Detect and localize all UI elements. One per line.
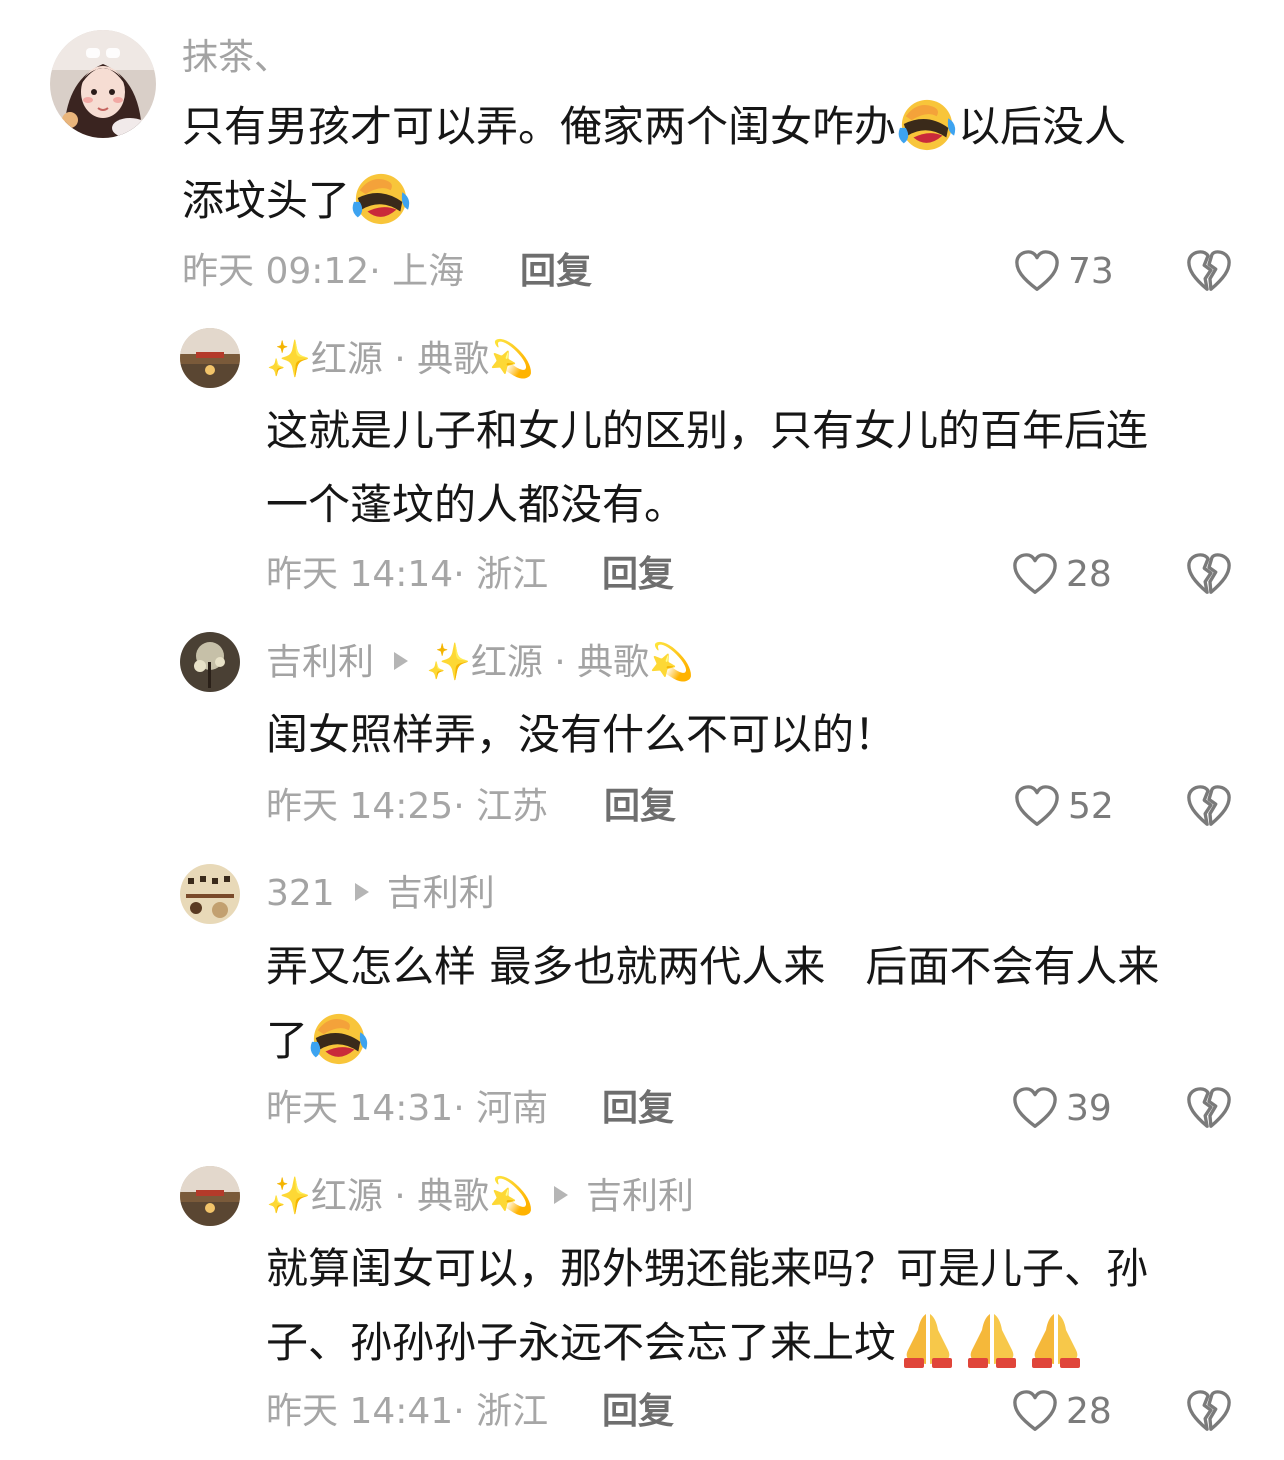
reply-button[interactable]: 回复 (604, 785, 676, 829)
heart-outline-icon (1014, 784, 1060, 830)
comment-text-line: 子、孙孙孙子永远不会忘了来上坟 (266, 1318, 897, 1367)
dislike-button[interactable] (1186, 784, 1232, 834)
like-count: 73 (1068, 251, 1114, 292)
reply-button[interactable]: 回复 (602, 1390, 674, 1434)
reply-to-user[interactable]: ✨红源 · 典歌💫 (426, 642, 694, 683)
comment-time-location: 昨天 09:12· 上海 (182, 251, 465, 292)
broken-heart-icon (1186, 1389, 1232, 1435)
comment-text: 闺女照样弄，没有什么不可以的！ (266, 710, 897, 759)
comment-text-line: 一个蓬坟的人都没有。 (266, 480, 687, 529)
like-button[interactable]: 28 (1012, 552, 1112, 598)
reply-button[interactable]: 回复 (520, 250, 592, 294)
broken-heart-icon (1186, 784, 1232, 830)
folded-hands-emoji (962, 1310, 1022, 1370)
play-triangle-icon (553, 1186, 568, 1204)
comment-text: 就算闺女可以，那外甥还能来吗？可是儿子、孙 子、孙孙孙子永远不会忘了来上坟 (266, 1232, 1226, 1380)
laughing-crying-face-emoji (352, 169, 410, 227)
broken-heart-icon (1186, 1086, 1232, 1132)
comment-author-line: 321 吉利利 (266, 872, 495, 916)
comment-text-line: 这就是儿子和女儿的区别，只有女儿的百年后连 (266, 406, 1149, 455)
comment-author-line: ✨红源 · 典歌💫 吉利利 (266, 1175, 694, 1219)
dislike-button[interactable] (1186, 552, 1232, 602)
laughing-crying-face-emoji (898, 95, 956, 153)
dislike-button[interactable] (1186, 1389, 1232, 1439)
heart-outline-icon (1012, 1086, 1058, 1132)
like-count: 52 (1068, 786, 1114, 827)
heart-outline-icon (1012, 552, 1058, 598)
laughing-crying-face-emoji (310, 1009, 368, 1067)
heart-outline-icon (1012, 1389, 1058, 1435)
comment-author-line: 吉利利 ✨红源 · 典歌💫 (266, 641, 694, 685)
folded-hands-emoji (1026, 1310, 1086, 1370)
comment-author[interactable]: 抹茶、 (182, 36, 290, 80)
comment-author[interactable]: 吉利利 (266, 642, 374, 683)
avatar[interactable] (180, 632, 240, 692)
comment-text: 这就是儿子和女儿的区别，只有女儿的百年后连 一个蓬坟的人都没有。 (266, 394, 1226, 542)
like-button[interactable]: 73 (1014, 249, 1114, 295)
comment-text-part: 以后没人 (958, 102, 1127, 151)
broken-heart-icon (1186, 552, 1232, 598)
comment-time-location: 昨天 14:14· 浙江 (266, 554, 549, 595)
comment-text-part: 添坟头了 (182, 176, 351, 225)
comment-author[interactable]: ✨红源 · 典歌💫 (266, 1176, 534, 1217)
like-count: 28 (1066, 1391, 1112, 1432)
comment-time-location: 昨天 14:25· 江苏 (266, 786, 549, 827)
comment-text-part: 只有男孩才可以弄。俺家两个闺女咋办 (182, 102, 897, 151)
avatar[interactable] (180, 328, 240, 388)
dislike-button[interactable] (1186, 1086, 1232, 1136)
avatar[interactable] (50, 30, 156, 138)
folded-hands-emoji (898, 1310, 958, 1370)
dislike-button[interactable] (1186, 249, 1232, 299)
like-button[interactable]: 28 (1012, 1389, 1112, 1435)
like-count: 39 (1066, 1088, 1112, 1129)
play-triangle-icon (394, 652, 409, 670)
comment-text-line: 了 (266, 1016, 309, 1065)
reply-button[interactable]: 回复 (602, 1087, 674, 1131)
comment-author[interactable]: 321 (266, 873, 335, 914)
reply-to-user[interactable]: 吉利利 (387, 873, 495, 914)
reply-to-user[interactable]: 吉利利 (586, 1176, 694, 1217)
reply-button[interactable]: 回复 (602, 553, 674, 597)
comment-text-line: 弄又怎么样 最多也就两代人来 后面不会有人来 (266, 942, 1160, 991)
comment-author[interactable]: ✨红源 · 典歌💫 (266, 338, 534, 382)
like-count: 28 (1066, 554, 1112, 595)
broken-heart-icon (1186, 249, 1232, 295)
comment-text: 弄又怎么样 最多也就两代人来 后面不会有人来 了 (266, 930, 1226, 1078)
comment-time-location: 昨天 14:31· 河南 (266, 1088, 549, 1129)
avatar[interactable] (180, 1166, 240, 1226)
comment-time-location: 昨天 14:41· 浙江 (266, 1391, 549, 1432)
comment-text: 只有男孩才可以弄。俺家两个闺女咋办 以后没人 添坟头了 (182, 90, 1242, 238)
comment-text-line: 就算闺女可以，那外甥还能来吗？可是儿子、孙 (266, 1244, 1149, 1293)
like-button[interactable]: 39 (1012, 1086, 1112, 1132)
heart-outline-icon (1014, 249, 1060, 295)
avatar[interactable] (180, 864, 240, 924)
play-triangle-icon (354, 883, 369, 901)
like-button[interactable]: 52 (1014, 784, 1114, 830)
